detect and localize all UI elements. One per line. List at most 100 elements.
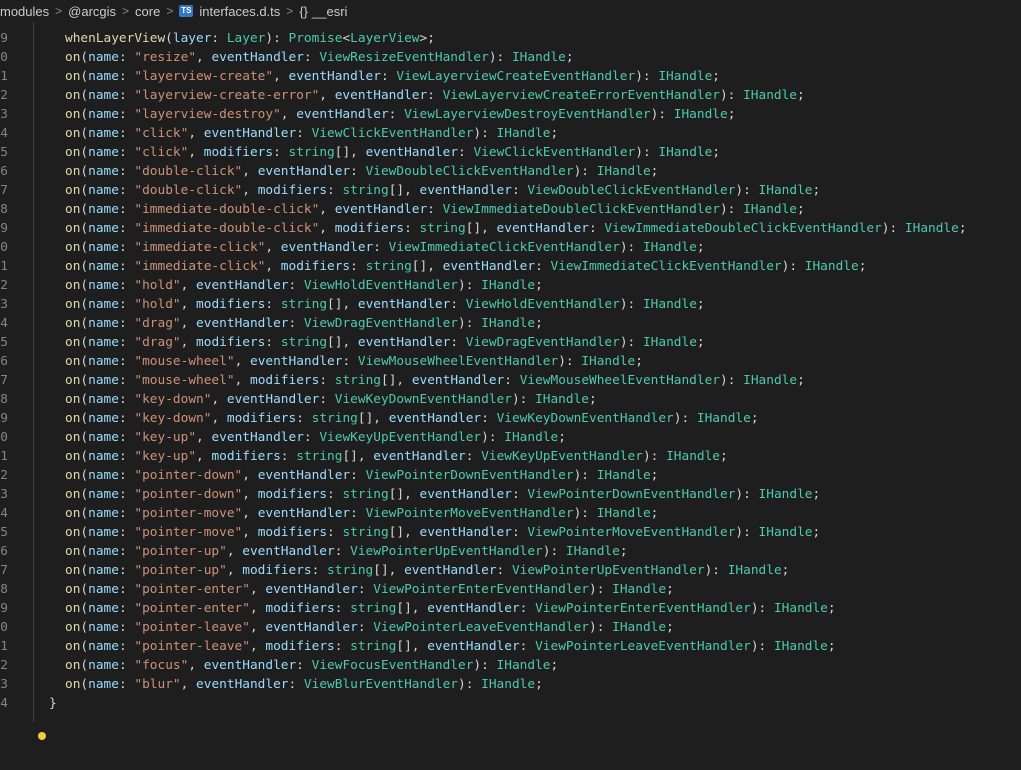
code-line: 8 on(name: "pointer-enter", eventHandler:…: [0, 580, 1021, 599]
line-number: 5: [0, 525, 8, 540]
param-name: name: [88, 525, 119, 540]
event-name-string: "pointer-enter": [134, 582, 250, 597]
return-type: IHandle: [511, 50, 566, 65]
method-name: on: [65, 316, 81, 331]
param-name: name: [88, 677, 119, 692]
param-name: eventHandler: [257, 164, 351, 179]
code-line: 6 on(name: "pointer-up", eventHandler: Vi…: [0, 542, 1021, 561]
code-line: 5 on(name: "drag", modifiers: string[], e…: [0, 333, 1021, 352]
param-name: modifiers: [334, 221, 405, 236]
event-name-string: "pointer-down": [134, 487, 243, 502]
handler-type: ViewDragEventHandler: [465, 335, 620, 350]
type-name: string: [419, 221, 466, 236]
handler-type: ViewPointerMoveEventHandler: [365, 506, 574, 521]
breadcrumb-item-namespace[interactable]: {} __esri: [299, 4, 347, 19]
line-number: 5: [0, 335, 8, 350]
param-name: name: [88, 601, 119, 616]
code-text: on(name: "key-up", modifiers: string[], …: [65, 449, 728, 464]
code-line: 4 on(name: "click", eventHandler: ViewCli…: [0, 124, 1021, 143]
code-line: 0 on(name: "immediate-click", eventHandle…: [0, 238, 1021, 257]
closing-brace: }: [49, 696, 57, 711]
return-type: IHandle: [612, 620, 667, 635]
event-name-string: "drag": [134, 316, 181, 331]
code-line: 0 on(name: "resize", eventHandler: ViewRe…: [0, 48, 1021, 67]
param-name: name: [88, 639, 119, 654]
param-name: name: [88, 335, 119, 350]
method-name: on: [65, 525, 81, 540]
param-name: name: [88, 164, 119, 179]
typescript-file-icon: TS: [179, 5, 194, 17]
method-name: on: [65, 221, 81, 236]
breadcrumb-item-file[interactable]: TS interfaces.d.ts: [179, 4, 280, 19]
return-type: IHandle: [642, 240, 697, 255]
param-name: name: [88, 373, 119, 388]
code-text: on(name: "hold", modifiers: string[], ev…: [65, 297, 705, 312]
return-type: IHandle: [758, 525, 813, 540]
handler-type: ViewImmediateClickEventHandler: [550, 259, 782, 274]
lightbulb-icon[interactable]: [38, 732, 46, 740]
return-type: IHandle: [535, 392, 589, 407]
breadcrumb-item-modules[interactable]: modules: [0, 4, 49, 19]
code-text: on(name: "mouse-wheel", eventHandler: Vi…: [65, 354, 643, 369]
code-text: on(name: "pointer-move", eventHandler: V…: [65, 506, 659, 521]
code-text: on(name: "hold", eventHandler: ViewHoldE…: [65, 278, 543, 293]
code-text: on(name: "blur", eventHandler: ViewBlurE…: [65, 677, 543, 692]
line-number: 4: [0, 696, 8, 711]
return-type: IHandle: [481, 278, 536, 293]
code-text: on(name: "double-click", eventHandler: V…: [65, 164, 659, 179]
line-number: 1: [0, 69, 8, 84]
param-name: modifiers: [280, 259, 351, 274]
code-editor[interactable]: 9 whenLayerView(layer: Layer): Promise<L…: [0, 22, 1021, 740]
param-name: eventHandler: [419, 183, 512, 198]
code-text: on(name: "click", modifiers: string[], e…: [65, 145, 721, 160]
handler-type: ViewPointerDownEventHandler: [365, 468, 574, 483]
return-type: IHandle: [658, 69, 713, 84]
line-number: 2: [0, 658, 8, 673]
code-text: on(name: "pointer-leave", eventHandler: …: [65, 620, 674, 635]
code-text: on(name: "pointer-enter", modifiers: str…: [65, 601, 836, 616]
line-number: 2: [0, 88, 8, 103]
method-name: on: [65, 202, 81, 217]
param-name: name: [88, 221, 119, 236]
param-name: eventHandler: [442, 259, 536, 274]
param-name: name: [88, 126, 119, 141]
method-name: on: [65, 335, 81, 350]
method-name: on: [65, 278, 81, 293]
return-type: IHandle: [758, 183, 813, 198]
method-name: on: [65, 259, 81, 274]
breadcrumb-item-arcgis[interactable]: @arcgis: [68, 4, 116, 19]
return-type: IHandle: [758, 487, 813, 502]
code-line: 0 on(name: "pointer-leave", eventHandler:…: [0, 618, 1021, 637]
method-name: whenLayerView: [65, 31, 166, 46]
code-text: on(name: "mouse-wheel", modifiers: strin…: [65, 373, 805, 388]
param-name: name: [88, 544, 119, 559]
line-number: 6: [0, 164, 8, 179]
breadcrumb-item-core[interactable]: core: [135, 4, 160, 19]
param-name: name: [88, 278, 119, 293]
event-name-string: "layerview-create": [134, 69, 274, 84]
chevron-right-icon: >: [55, 4, 63, 18]
event-name-string: "double-click": [134, 164, 243, 179]
param-name: name: [88, 145, 119, 160]
param-name: name: [88, 50, 119, 65]
type-name: string: [288, 145, 335, 160]
event-name-string: "key-down": [134, 392, 212, 407]
handler-type: ViewKeyDownEventHandler: [334, 392, 512, 407]
line-number: 9: [0, 411, 8, 426]
event-name-string: "drag": [134, 335, 181, 350]
code-line: 6 on(name: "double-click", eventHandler: …: [0, 162, 1021, 181]
param-name: eventHandler: [365, 145, 459, 160]
event-name-string: "click": [134, 145, 189, 160]
return-type: IHandle: [642, 335, 697, 350]
type-name: string: [342, 183, 389, 198]
handler-type: ViewImmediateClickEventHandler: [388, 240, 620, 255]
code-line: 1 on(name: "layerview-create", eventHandl…: [0, 67, 1021, 86]
code-text: on(name: "pointer-up", eventHandler: Vie…: [65, 544, 628, 559]
breadcrumb: modules > @arcgis > core > TS interfaces…: [0, 0, 1021, 22]
event-name-string: "key-up": [134, 430, 197, 445]
param-name: modifiers: [211, 449, 281, 464]
event-name-string: "layerview-destroy": [134, 107, 281, 122]
type-name: string: [342, 525, 389, 540]
method-name: on: [65, 639, 81, 654]
handler-type: ViewPointerUpEventHandler: [350, 544, 543, 559]
